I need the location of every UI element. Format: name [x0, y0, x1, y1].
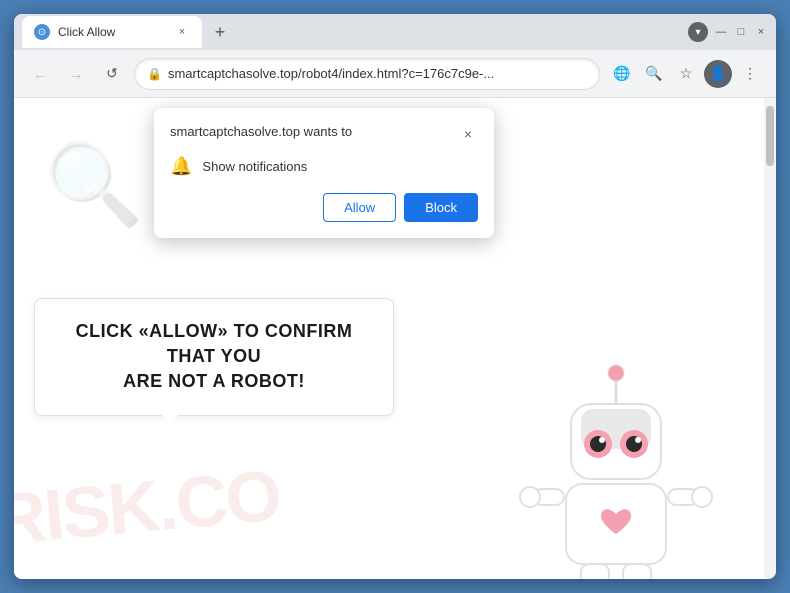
- allow-button[interactable]: Allow: [323, 193, 396, 222]
- address-text: smartcaptchasolve.top/robot4/index.html?…: [168, 66, 587, 81]
- tab-area: ⊙ Click Allow × +: [22, 16, 682, 48]
- content-area: CLICK «ALLOW» TO CONFIRM THAT YOU ARE NO…: [34, 298, 556, 416]
- popup-header: smartcaptchasolve.top wants to ×: [170, 124, 478, 144]
- maximize-button[interactable]: □: [734, 25, 748, 39]
- popup-title: smartcaptchasolve.top wants to: [170, 124, 352, 139]
- tab-close-button[interactable]: ×: [174, 24, 190, 40]
- scrollbar-thumb[interactable]: [766, 106, 774, 166]
- title-bar: ⊙ Click Allow × + ▾ — □ ×: [14, 14, 776, 50]
- menu-button[interactable]: ⋮: [736, 60, 764, 88]
- notification-row: 🔔 Show notifications: [170, 156, 478, 177]
- bookmark-button[interactable]: ☆: [672, 60, 700, 88]
- notification-label: Show notifications: [202, 159, 307, 174]
- close-window-button[interactable]: ×: [754, 25, 768, 39]
- profile-button[interactable]: 👤: [704, 60, 732, 88]
- block-button[interactable]: Block: [404, 193, 478, 222]
- window-controls: — □ ×: [714, 25, 768, 39]
- robot-illustration: [516, 359, 716, 579]
- popup-buttons: Allow Block: [170, 193, 478, 222]
- main-text: CLICK «ALLOW» TO CONFIRM THAT YOU ARE NO…: [65, 319, 363, 395]
- back-button[interactable]: ←: [26, 60, 54, 88]
- address-bar[interactable]: 🔒 smartcaptchasolve.top/robot4/index.htm…: [134, 58, 600, 90]
- page-content: 🔍 RISK.CO smartcaptchasolve.top wants to…: [14, 98, 776, 579]
- popup-close-button[interactable]: ×: [458, 124, 478, 144]
- bell-icon: 🔔: [170, 156, 192, 177]
- tab-title: Click Allow: [58, 25, 166, 39]
- speech-bubble: CLICK «ALLOW» TO CONFIRM THAT YOU ARE NO…: [34, 298, 394, 416]
- minimize-button[interactable]: —: [714, 25, 728, 39]
- new-tab-button[interactable]: +: [206, 18, 234, 46]
- tab-favicon: ⊙: [34, 24, 50, 40]
- refresh-button[interactable]: ↺: [98, 60, 126, 88]
- notification-popup: smartcaptchasolve.top wants to × 🔔 Show …: [154, 108, 494, 238]
- scrollbar[interactable]: [764, 98, 776, 579]
- lock-icon: 🔒: [147, 67, 162, 81]
- toolbar: ← → ↺ 🔒 smartcaptchasolve.top/robot4/ind…: [14, 50, 776, 98]
- toolbar-icons: 🌐 🔍 ☆ 👤 ⋮: [608, 60, 764, 88]
- browser-window: ⊙ Click Allow × + ▾ — □ × ← → ↺ 🔒 smartc…: [14, 14, 776, 579]
- profile-dropdown-icon[interactable]: ▾: [688, 22, 708, 42]
- search-watermark-icon: 🔍: [44, 138, 144, 232]
- forward-button[interactable]: →: [62, 60, 90, 88]
- search-button[interactable]: 🔍: [640, 60, 668, 88]
- watermark-text: RISK.CO: [14, 455, 283, 562]
- translate-button[interactable]: 🌐: [608, 60, 636, 88]
- browser-tab[interactable]: ⊙ Click Allow ×: [22, 16, 202, 48]
